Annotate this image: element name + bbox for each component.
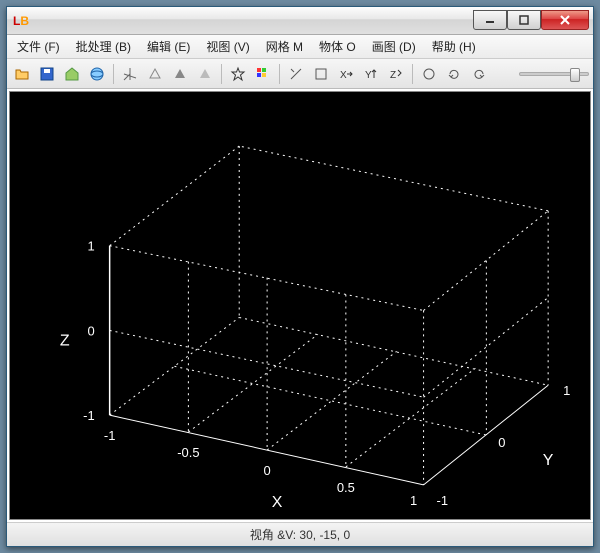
globe-icon[interactable]: [86, 63, 108, 85]
minimize-button[interactable]: [473, 10, 507, 30]
menu-file[interactable]: 文件 (F): [11, 36, 66, 57]
save-icon[interactable]: [36, 63, 58, 85]
home-icon[interactable]: [61, 63, 83, 85]
rotate-cw-icon[interactable]: [443, 63, 465, 85]
separator: [221, 64, 222, 84]
pyramid-outline-icon[interactable]: [144, 63, 166, 85]
menu-view[interactable]: 视图 (V): [200, 36, 255, 57]
toolbar: X Y Z: [7, 59, 593, 89]
y-tick: 0: [498, 435, 505, 450]
x-axis-label: X: [272, 494, 283, 511]
y-axis-label: Y: [543, 452, 554, 469]
status-text: 视角 &V: 30, -15, 0: [250, 526, 350, 543]
window-buttons: [473, 11, 589, 31]
menu-bar: 文件 (F) 批处理 (B) 编辑 (E) 视图 (V) 网格 M 物体 O 画…: [7, 35, 593, 59]
open-icon[interactable]: [11, 63, 33, 85]
menu-edit[interactable]: 编辑 (E): [141, 36, 196, 57]
menu-plot[interactable]: 画图 (D): [366, 36, 422, 57]
app-window: LB 文件 (F) 批处理 (B) 编辑 (E) 视图 (V) 网格 M 物体 …: [6, 6, 594, 547]
z-tick: 0: [88, 323, 95, 338]
frame-icon[interactable]: [310, 63, 332, 85]
x-tick: -1: [104, 428, 116, 443]
svg-text:Y: Y: [365, 70, 372, 81]
menu-object[interactable]: 物体 O: [313, 36, 362, 57]
separator: [113, 64, 114, 84]
y-tick: -1: [437, 493, 449, 508]
app-icon: LB: [13, 13, 29, 29]
svg-text:Z: Z: [390, 70, 396, 81]
x-tick: 1: [410, 493, 417, 508]
z-axis-label: Z: [60, 332, 70, 349]
maximize-button[interactable]: [507, 10, 541, 30]
status-bar: 视角 &V: 30, -15, 0: [7, 522, 593, 546]
close-button[interactable]: [541, 10, 589, 30]
x-tick: 0: [264, 463, 271, 478]
x-tick: -0.5: [177, 445, 199, 460]
slider-thumb[interactable]: [570, 68, 580, 82]
y-axis-icon[interactable]: Y: [360, 63, 382, 85]
z-tick: 1: [88, 239, 95, 254]
menu-grid[interactable]: 网格 M: [260, 36, 309, 57]
menu-batch[interactable]: 批处理 (B): [70, 36, 137, 57]
z-tick: -1: [83, 408, 95, 423]
x-axis-icon[interactable]: X: [335, 63, 357, 85]
menu-help[interactable]: 帮助 (H): [426, 36, 482, 57]
rotate-ccw-icon[interactable]: [468, 63, 490, 85]
tool-icon-1[interactable]: [285, 63, 307, 85]
zoom-slider[interactable]: [519, 72, 589, 76]
slider-track[interactable]: [519, 72, 589, 76]
pyramid-filled-icon[interactable]: [169, 63, 191, 85]
separator: [412, 64, 413, 84]
circle-icon[interactable]: [418, 63, 440, 85]
title-bar[interactable]: LB: [7, 7, 593, 35]
x-tick: 0.5: [337, 480, 355, 495]
z-axis-icon[interactable]: Z: [385, 63, 407, 85]
axis-arrow-icon[interactable]: [119, 63, 141, 85]
svg-text:X: X: [340, 70, 347, 81]
palette-icon[interactable]: [252, 63, 274, 85]
y-tick: 1: [563, 383, 570, 398]
3d-viewport[interactable]: 1 0 -1 Z -1 -0.5 0 0.5 1 X 1 0 -1 Y: [9, 91, 591, 520]
star-icon[interactable]: [227, 63, 249, 85]
separator: [279, 64, 280, 84]
pyramid-bright-icon[interactable]: [194, 63, 216, 85]
